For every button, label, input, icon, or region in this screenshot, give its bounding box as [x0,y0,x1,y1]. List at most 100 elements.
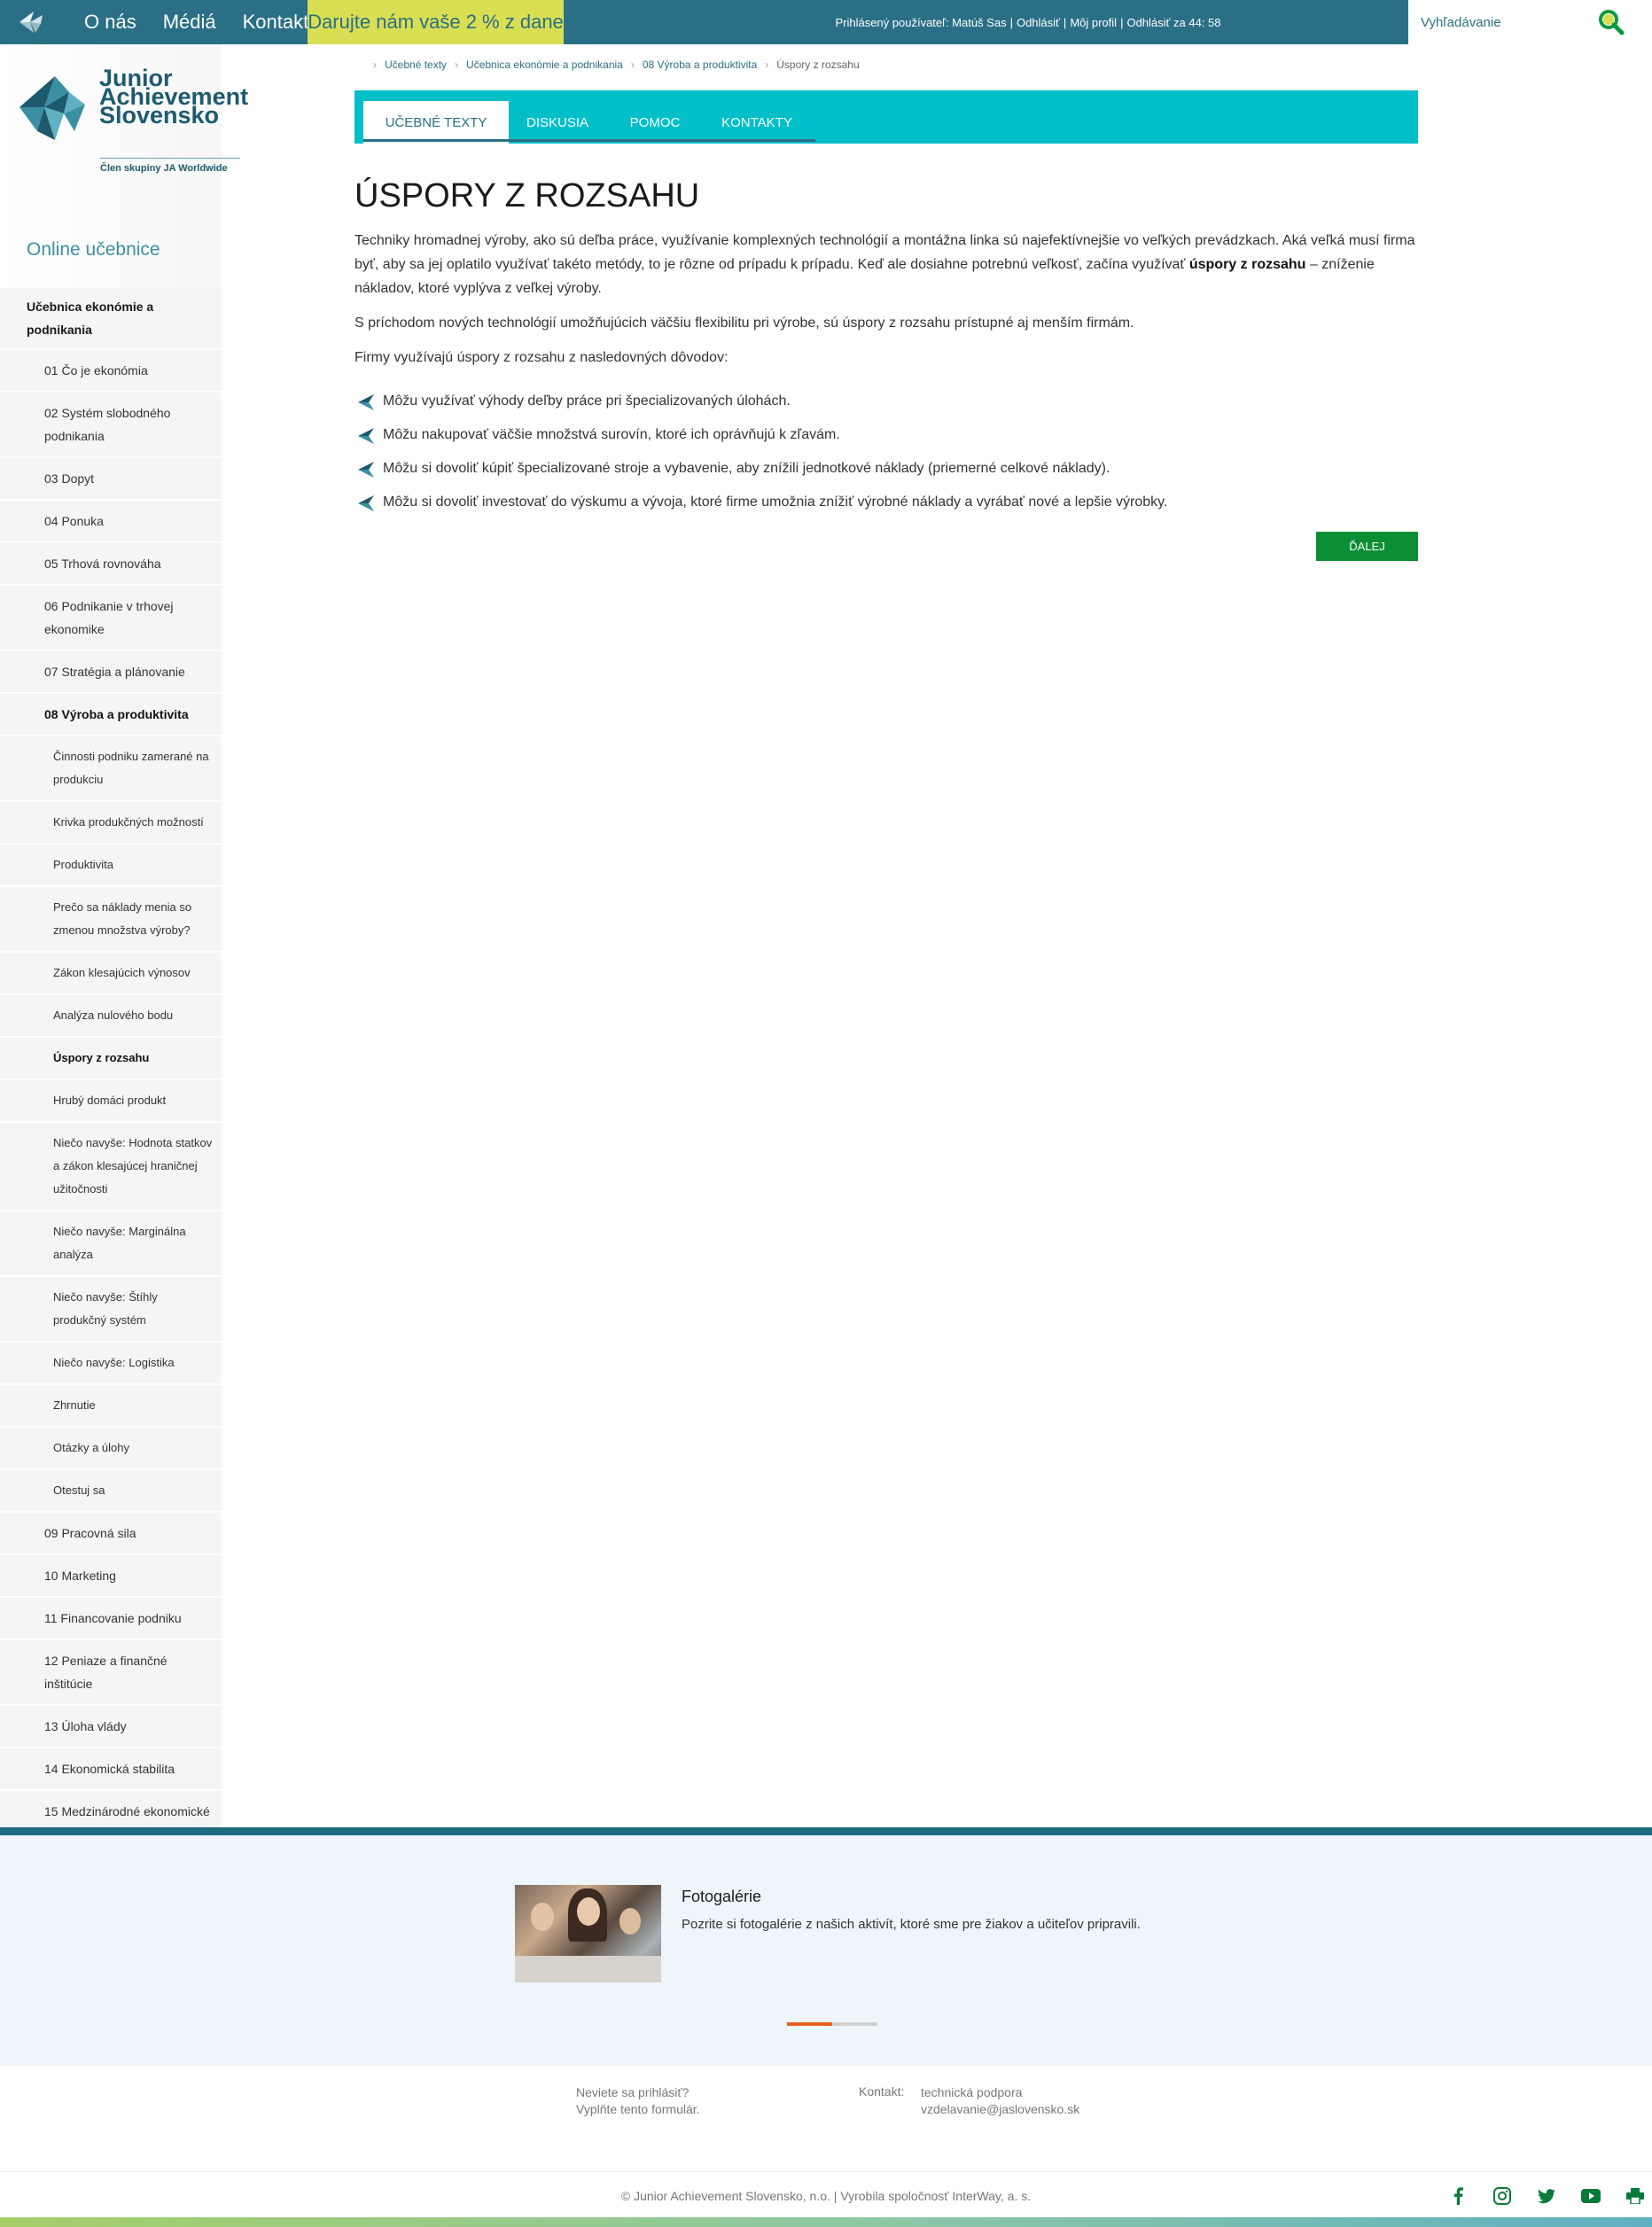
paragraph: Firmy využívajú úspory z rozsahu z nasle… [355,350,729,365]
footer-divider [0,1827,1652,1835]
tab-underline [363,139,815,142]
twitter-icon[interactable] [1535,2184,1558,2208]
page-title: ÚSPORY Z ROZSAHU [355,177,700,214]
social-links [1446,2184,1652,2208]
sidebar-item[interactable]: 09 Pracovná sila [0,1513,222,1555]
sidebar-subitem[interactable]: Prečo sa náklady menia so zmenou množstv… [0,887,222,953]
breadcrumb: › Učebné texty › Učebnica ekonómie a pod… [365,58,860,71]
gallery-title[interactable]: Fotogalérie [682,1888,761,1906]
breadcrumb-item[interactable]: 08 Výroba a produktivita [643,58,757,71]
triangle-bullet-icon [358,495,374,511]
copyright: © Junior Achievement Slovensko, n.o. | V… [620,2189,1032,2203]
sidebar-item[interactable]: 02 Systém slobodného podnikania [0,393,222,458]
sidebar-subitem[interactable]: Činnosti podniku zamerané na produkciu [0,736,222,802]
paragraph: Techniky hromadnej výroby, ako sú deľba … [355,233,1415,296]
footer-contact: technická podpora vzdelavanie@jaslovensk… [921,2085,1080,2118]
logout-link[interactable]: Odhlásiť [1017,16,1060,29]
gallery-description: Pozrite si fotogalérie z našich aktivít,… [682,1917,1141,1932]
bottom-gradient-bar [0,2217,1652,2227]
tab-pomoc[interactable]: POMOC [606,101,704,144]
sidebar-subitem[interactable]: Úspory z rozsahu [0,1038,222,1080]
sidebar-item[interactable]: 04 Ponuka [0,501,222,543]
sidebar-item[interactable]: 14 Ekonomická stabilita [0,1748,222,1791]
print-icon[interactable] [1624,2184,1647,2208]
sidebar-subitem[interactable]: Niečo navyše: Štíhly produkčný systém [0,1277,222,1343]
footer-contact-label: Kontakt: [859,2084,905,2099]
sidebar-item[interactable]: Učebnica ekonómie a podnikania [0,288,222,350]
sidebar-item[interactable]: 07 Stratégia a plánovanie [0,651,222,694]
nav-kontakt[interactable]: Kontakt [243,11,309,34]
triangle-bullet-icon [358,462,374,478]
bullet-list: Môžu využívať výhody deľby práce pri špe… [355,389,1418,514]
next-button[interactable]: ĎALEJ [1316,532,1418,561]
list-item: Môžu nakupovať väčšie množstvá surovín, … [355,423,1418,447]
list-item: Môžu si dovoliť kúpiť špecializované str… [355,456,1418,480]
sidebar-item[interactable]: 05 Trhová rovnováha [0,543,222,586]
sidebar-subitem[interactable]: Hrubý domáci produkt [0,1080,222,1123]
sidebar-menu: Učebnica ekonómie a podnikania 01 Čo je e… [0,288,222,1899]
sidebar-subitem[interactable]: Analýza nulového bodu [0,995,222,1038]
triangle-bullet-icon [358,428,374,444]
sidebar-subitem[interactable]: Niečo navyše: Logistika [0,1343,222,1385]
search-input[interactable] [1421,11,1598,34]
sidebar-item[interactable]: 01 Čo je ekonómia [0,350,222,393]
sidebar-subitem[interactable]: Zhrnutie [0,1385,222,1428]
paragraph: S príchodom nových technológií umožňujúc… [355,315,1134,331]
facebook-icon[interactable] [1446,2184,1469,2208]
top-bar: O nás Médiá Kontakt Darujte nám vaše 2 %… [0,0,1652,44]
sidebar-subitem[interactable]: Otestuj sa [0,1470,222,1513]
footer-login-form-link[interactable]: Vyplňte tento formulár. [576,2101,700,2118]
ja-logo-mark [19,76,85,140]
carousel-indicator-active [787,2022,832,2026]
sidebar-subitem[interactable]: Produktivita [0,845,222,887]
search-box [1408,0,1652,44]
instagram-icon[interactable] [1491,2184,1514,2208]
tab-diskusia[interactable]: DISKUSIA [509,101,606,144]
profile-link[interactable]: Môj profil [1070,16,1117,29]
search-icon[interactable] [1596,7,1626,37]
chevron-right-icon: › [765,58,769,71]
youtube-icon[interactable] [1579,2184,1602,2208]
chevron-right-icon: › [373,58,377,71]
nav-o-nas[interactable]: O nás [84,11,136,34]
sidebar-subitem[interactable]: Niečo navyše: Marginálna analýza [0,1211,222,1277]
sidebar-item[interactable]: 13 Úloha vlády [0,1706,222,1748]
donate-button[interactable]: Darujte nám vaše 2 % z dane [308,0,564,44]
footer-line [0,2171,1652,2172]
footer-email-link[interactable]: vzdelavanie@jaslovensko.sk [921,2101,1079,2118]
sidebar-subitem[interactable]: Krivka produkčných možností [0,802,222,845]
logo-text: Junior Achievement Slovensko [99,65,249,128]
carousel-indicator[interactable] [787,2022,877,2026]
logo-subtitle: Člen skupiny JA Worldwide [100,158,240,174]
gallery-section: Fotogalérie Pozrite si fotogalérie z naš… [0,1835,1652,2066]
sidebar-subitem[interactable]: Zákon klesajúcich výnosov [0,953,222,995]
list-item: Môžu si dovoliť investovať do výskumu a … [355,490,1418,514]
chevron-right-icon: › [630,58,635,71]
sidebar-title[interactable]: Online učebnice [27,239,160,261]
top-nav: O nás Médiá Kontakt [84,0,335,44]
ja-mini-logo-icon[interactable] [16,6,48,38]
sidebar-item[interactable]: 03 Dopyt [0,458,222,501]
breadcrumb-item[interactable]: Učebnica ekonómie a podnikania [466,58,623,71]
sidebar-subitem[interactable]: Niečo navyše: Hodnota statkov a zákon kl… [0,1123,222,1211]
tab-ucebne-texty[interactable]: UČEBNÉ TEXTY [363,101,509,144]
gallery-photo[interactable] [515,1885,661,1982]
sidebar-item[interactable]: 10 Marketing [0,1555,222,1598]
chevron-right-icon: › [455,58,459,71]
sidebar: Junior Achievement Slovensko Člen skupin… [0,44,248,1899]
sidebar-subitem[interactable]: Otázky a úlohy [0,1428,222,1470]
tab-kontakty[interactable]: KONTAKTY [704,101,810,144]
breadcrumb-item[interactable]: Učebné texty [385,58,447,71]
sidebar-item[interactable]: 06 Podnikanie v trhovej ekonomike [0,586,222,651]
breadcrumb-current: Úspory z rozsahu [776,58,860,71]
nav-media[interactable]: Médiá [163,11,216,34]
sidebar-item[interactable]: 08 Výroba a produktivita [0,694,222,736]
ja-logo[interactable]: Junior Achievement Slovensko Člen skupin… [19,65,259,184]
footer-login-help: Neviete sa prihlásiť? Vyplňte tento form… [576,2084,700,2118]
sidebar-item[interactable]: 12 Peniaze a finančné inštitúcie [0,1640,222,1706]
user-name: Prihlásený používateľ: Matúš Sas [835,15,1007,29]
logout-timer[interactable]: Odhlásiť za 44: 58 [1126,16,1220,29]
sidebar-item[interactable]: 11 Financovanie podniku [0,1598,222,1640]
list-item: Môžu využívať výhody deľby práce pri špe… [355,389,1418,413]
user-info: Prihlásený používateľ: Matúš Sas | Odhlá… [835,15,1221,29]
